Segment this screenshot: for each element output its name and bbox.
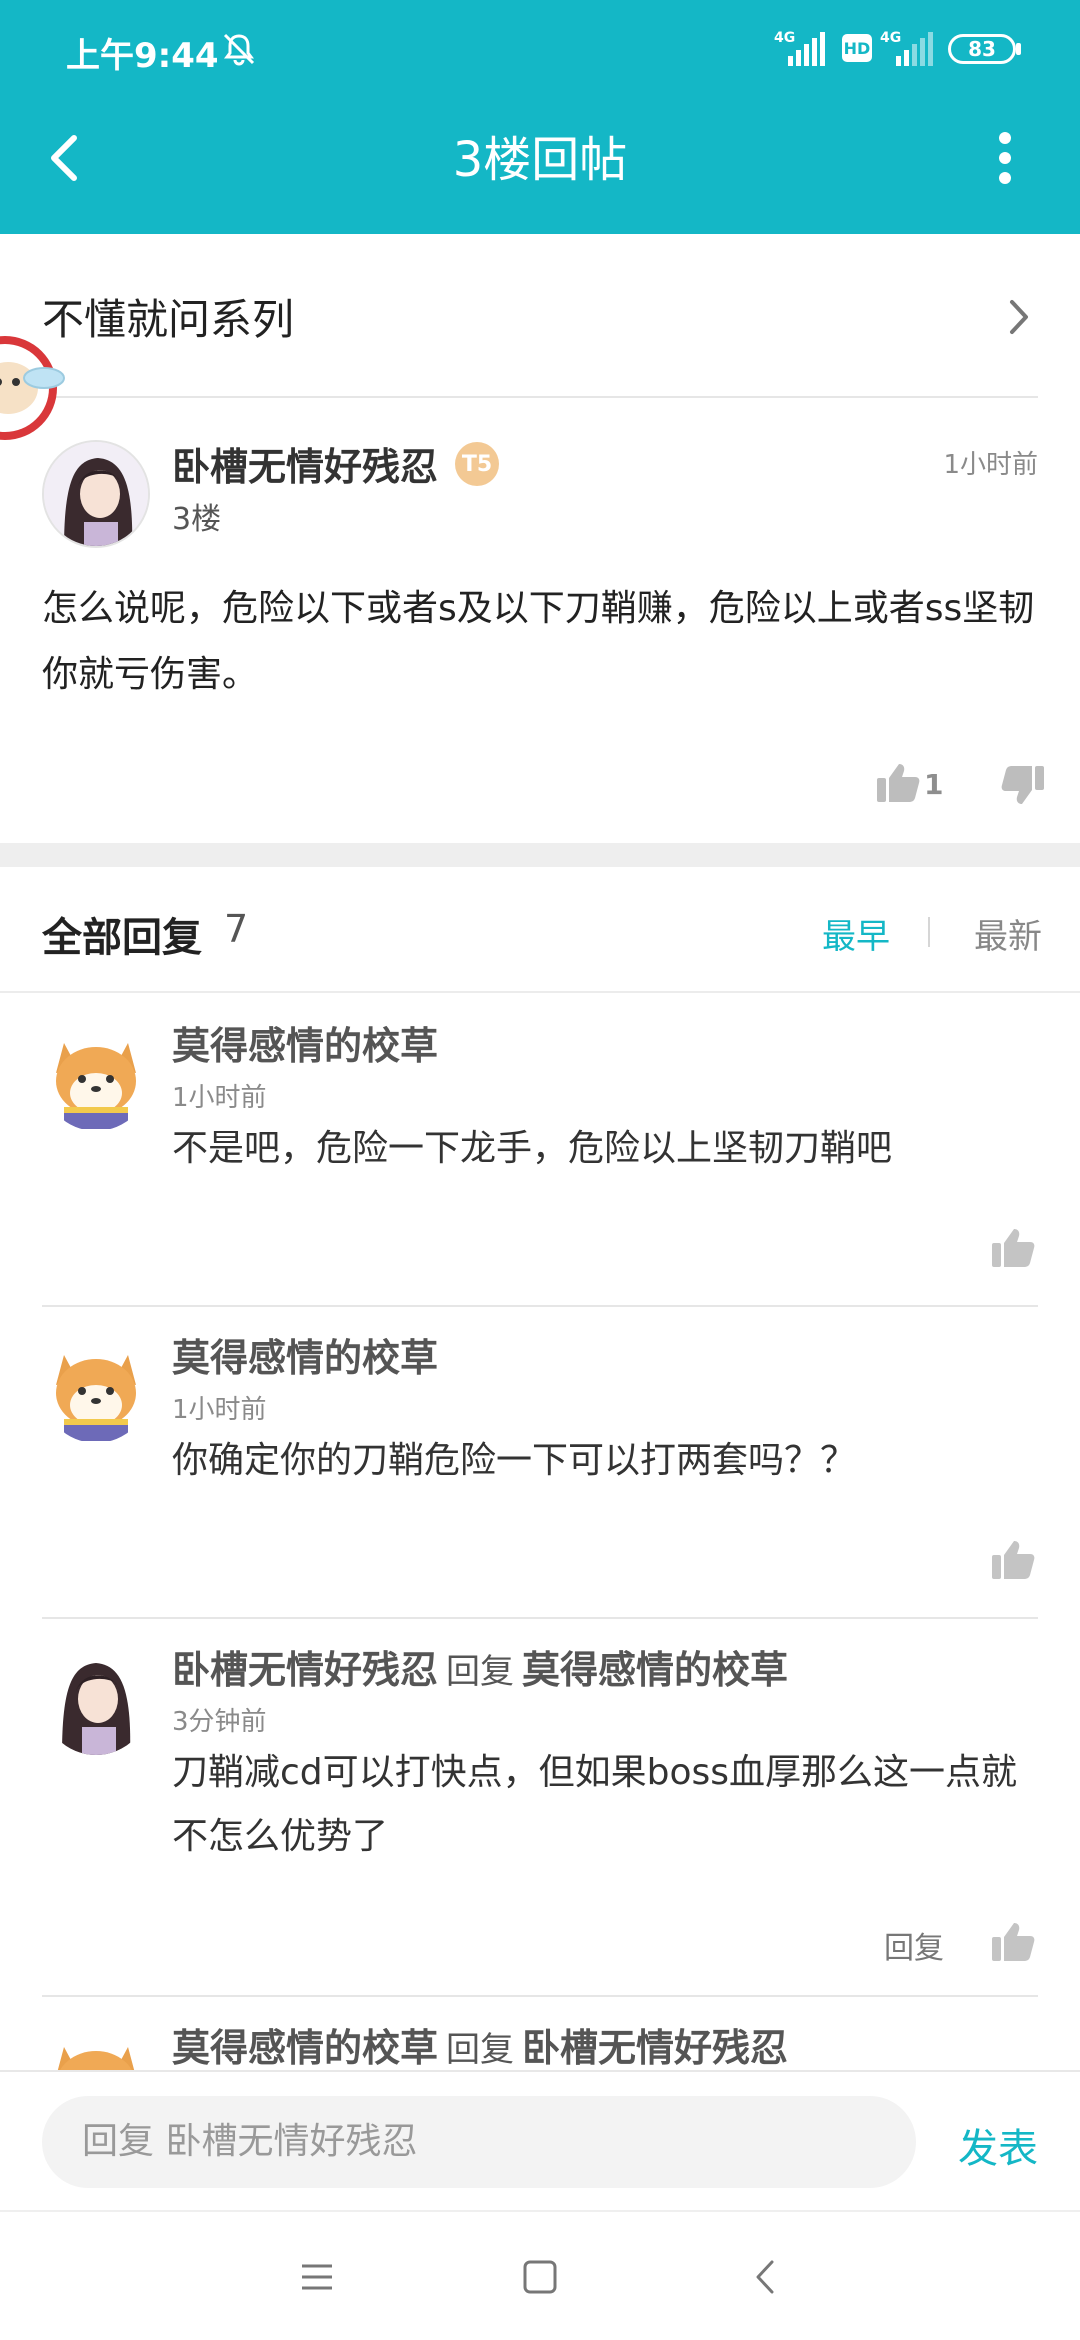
avatar[interactable] xyxy=(42,2027,150,2070)
post-time: 1小时前 xyxy=(943,450,1038,480)
reply-text: 不是吧，危险一下龙手，危险以上坚韧刀鞘吧 xyxy=(172,1128,893,1169)
replies-header: 全部回复 7 最早 最新 xyxy=(0,867,1080,993)
thumbs-down-icon[interactable] xyxy=(1000,762,1046,808)
thumbs-up-icon[interactable] xyxy=(875,760,921,806)
avatar[interactable] xyxy=(42,440,150,548)
reply-input[interactable]: 回复 卧槽无情好残忍 xyxy=(42,2096,916,2188)
thumbs-up-icon[interactable] xyxy=(990,1225,1036,1271)
avatar[interactable] xyxy=(42,1023,150,1131)
reply-time: 3分钟前 xyxy=(172,1707,267,1737)
section-gap xyxy=(0,843,1080,867)
reply-to-user[interactable]: 莫得感情的校草 xyxy=(522,1648,788,1692)
reply-word: 回复 xyxy=(446,1652,515,1692)
level-badge: T5 xyxy=(455,442,499,486)
reply-to-user[interactable]: 卧槽无情好残忍 xyxy=(522,2026,788,2070)
reply-author[interactable]: 莫得感情的校草 xyxy=(172,1327,438,1382)
more-vertical-icon[interactable] xyxy=(990,126,1020,190)
avatar-shiba-icon xyxy=(56,1355,136,1441)
sort-earliest-tab[interactable]: 最早 xyxy=(822,909,890,958)
replies-label: 全部回复 xyxy=(42,915,202,961)
home-square-icon[interactable] xyxy=(515,2252,565,2302)
reply-text: 你确定你的刀鞘危险一下可以打两套吗？？ xyxy=(172,1440,857,1481)
sort-divider xyxy=(928,917,930,947)
signal-icon-2 xyxy=(896,32,933,66)
bell-off-icon xyxy=(223,33,255,66)
reply-word: 回复 xyxy=(446,2030,515,2070)
reply-text: 刀鞘减cd可以打快点，但如果boss血厚那么这一点就不怎么优势了 xyxy=(172,1752,1018,1857)
thumbs-up-icon[interactable] xyxy=(990,1537,1036,1583)
system-nav-bar xyxy=(0,2210,1080,2340)
avatar[interactable] xyxy=(42,1335,150,1443)
reply-button[interactable]: 回复 xyxy=(884,1923,944,1967)
chevron-right-icon xyxy=(1010,300,1028,334)
post-floor: 3楼 xyxy=(172,502,222,537)
reply-author[interactable]: 莫得感情的校草 xyxy=(172,1015,438,1070)
menu-icon[interactable] xyxy=(292,2252,342,2302)
reply-time: 1小时前 xyxy=(172,1395,267,1425)
post-content: 怎么说呢，危险以下或者s及以下刀鞘赚，危险以上或者ss坚韧你就亏伤害。 xyxy=(42,588,1035,695)
hd-badge: HD xyxy=(842,34,872,62)
topic-row[interactable]: 不懂就问系列 xyxy=(0,234,1080,398)
post-author[interactable]: 卧槽无情好残忍 xyxy=(172,436,438,491)
avatar-shiba-icon xyxy=(57,2047,135,2070)
thumbs-up-icon[interactable] xyxy=(990,1919,1036,1965)
top-bar: 上午9:44 4G HD 4G 83 3楼回帖 xyxy=(0,0,1080,234)
avatar-girl-icon xyxy=(44,442,148,546)
status-bar: 上午9:44 4G HD 4G 83 xyxy=(0,0,1080,98)
sort-latest-tab[interactable]: 最新 xyxy=(974,909,1042,958)
replies-count: 7 xyxy=(224,907,249,951)
divider xyxy=(42,1995,1038,1997)
page-title: 3楼回帖 xyxy=(452,132,628,188)
reply-item: 莫得感情的校草 1小时前 你确定你的刀鞘危险一下可以打两套吗？？ xyxy=(0,1307,1080,1619)
like-count: 1 xyxy=(924,768,944,801)
signal-icon xyxy=(788,32,825,66)
header: 3楼回帖 xyxy=(0,98,1080,234)
reply-author[interactable]: 莫得感情的校草 回复 卧槽无情好残忍 xyxy=(172,2017,788,2070)
reply-time: 1小时前 xyxy=(172,1083,267,1113)
nav-back-icon[interactable] xyxy=(742,2252,792,2302)
reply-item: 莫得感情的校草 回复 卧槽无情好残忍 xyxy=(0,2001,1080,2070)
avatar[interactable] xyxy=(42,1647,150,1755)
avatar-girl-icon xyxy=(42,1647,150,1755)
reply-item: 卧槽无情好残忍 回复 莫得感情的校草 3分钟前 刀鞘减cd可以打快点，但如果boss… xyxy=(0,1619,1080,2001)
avatar-shiba-icon xyxy=(56,1043,136,1129)
main-post: 卧槽无情好残忍 T5 3楼 1小时前 怎么说呢，危险以下或者s及以下刀鞘赚，危险… xyxy=(0,398,1080,843)
reply-author[interactable]: 卧槽无情好残忍 回复 莫得感情的校草 xyxy=(172,1639,788,1694)
reply-item: 莫得感情的校草 1小时前 不是吧，危险一下龙手，危险以上坚韧刀鞘吧 xyxy=(0,995,1080,1307)
send-button[interactable]: 发表 xyxy=(958,2116,1038,2174)
reply-input-bar: 回复 卧槽无情好残忍 发表 xyxy=(0,2070,1080,2210)
topic-label: 不懂就问系列 xyxy=(42,295,295,344)
battery-cap xyxy=(1016,43,1021,55)
status-time: 上午9:44 xyxy=(66,36,219,76)
battery-indicator: 83 xyxy=(948,34,1016,64)
app-root: 上午9:44 4G HD 4G 83 3楼回帖 不懂就问系列 卧槽无情好残忍 T… xyxy=(0,0,1080,2340)
